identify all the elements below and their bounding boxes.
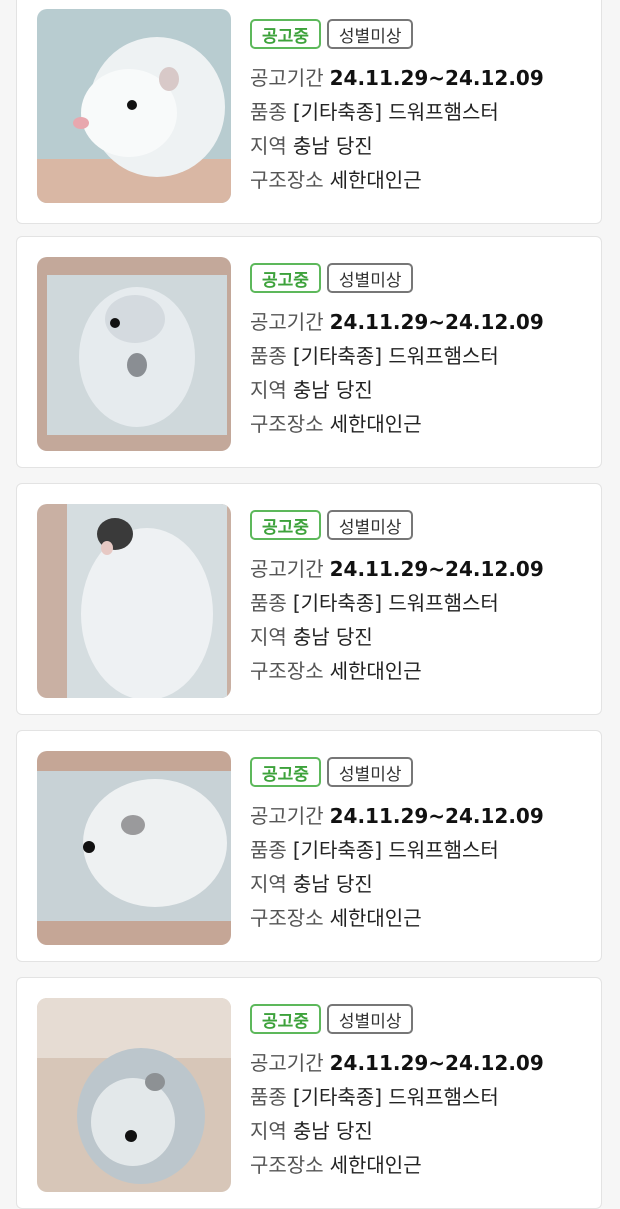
place-label: 구조장소 bbox=[250, 1153, 324, 1177]
region-value: 충남 당진 bbox=[292, 378, 373, 402]
region-value: 충남 당진 bbox=[292, 1119, 373, 1143]
hamster-photo[interactable] bbox=[37, 751, 231, 945]
breed-label: 품종 bbox=[250, 100, 287, 124]
hamster-photo-image bbox=[37, 751, 231, 945]
breed-label: 품종 bbox=[250, 591, 287, 615]
listing-card[interactable]: 공고중 성별미상 공고기간 24.11.29~24.12.09 품종 [기타축종] … bbox=[16, 0, 602, 224]
sex-badge: 성별미상 bbox=[326, 263, 414, 293]
place-row: 구조장소 세한대인근 bbox=[250, 163, 590, 197]
place-row: 구조장소 세한대인근 bbox=[250, 1148, 590, 1182]
place-label: 구조장소 bbox=[250, 168, 324, 192]
period-label: 공고기간 bbox=[250, 66, 324, 90]
breed-label: 품종 bbox=[250, 344, 287, 368]
period-value: 24.11.29~24.12.09 bbox=[329, 557, 544, 581]
region-row: 지역 충남 당진 bbox=[250, 129, 590, 163]
region-row: 지역 충남 당진 bbox=[250, 1114, 590, 1148]
period-row: 공고기간 24.11.29~24.12.09 bbox=[250, 61, 590, 95]
period-value: 24.11.29~24.12.09 bbox=[329, 66, 544, 90]
period-value: 24.11.29~24.12.09 bbox=[329, 1051, 544, 1075]
breed-value: [기타축종] 드워프햄스터 bbox=[292, 1085, 499, 1109]
breed-row: 품종 [기타축종] 드워프햄스터 bbox=[250, 1080, 590, 1114]
region-label: 지역 bbox=[250, 378, 287, 402]
listing-info: 공고중 성별미상 공고기간 24.11.29~24.12.09 품종 [기타축종] … bbox=[250, 508, 590, 688]
breed-row: 품종 [기타축종] 드워프햄스터 bbox=[250, 339, 590, 373]
hamster-photo[interactable] bbox=[37, 504, 231, 698]
listing-info: 공고중 성별미상 공고기간 24.11.29~24.12.09 품종 [기타축종] … bbox=[250, 1002, 590, 1182]
region-row: 지역 충남 당진 bbox=[250, 620, 590, 654]
place-value: 세한대인근 bbox=[329, 659, 422, 683]
period-label: 공고기간 bbox=[250, 310, 324, 334]
listing-card[interactable]: 공고중 성별미상 공고기간 24.11.29~24.12.09 품종 [기타축종] … bbox=[16, 730, 602, 962]
status-badge: 공고중 bbox=[250, 757, 321, 787]
listing-info: 공고중 성별미상 공고기간 24.11.29~24.12.09 품종 [기타축종] … bbox=[250, 17, 590, 197]
place-row: 구조장소 세한대인근 bbox=[250, 654, 590, 688]
region-row: 지역 충남 당진 bbox=[250, 867, 590, 901]
hamster-photo[interactable] bbox=[37, 9, 231, 203]
sex-badge: 성별미상 bbox=[326, 1004, 414, 1034]
status-badge: 공고중 bbox=[250, 263, 321, 293]
region-label: 지역 bbox=[250, 625, 287, 649]
listing-info: 공고중 성별미상 공고기간 24.11.29~24.12.09 품종 [기타축종] … bbox=[250, 261, 590, 441]
sex-badge: 성별미상 bbox=[326, 510, 414, 540]
period-value: 24.11.29~24.12.09 bbox=[329, 310, 544, 334]
status-badge: 공고중 bbox=[250, 19, 321, 49]
breed-value: [기타축종] 드워프햄스터 bbox=[292, 100, 499, 124]
breed-value: [기타축종] 드워프햄스터 bbox=[292, 344, 499, 368]
period-label: 공고기간 bbox=[250, 1051, 324, 1075]
breed-value: [기타축종] 드워프햄스터 bbox=[292, 838, 499, 862]
sex-badge: 성별미상 bbox=[326, 757, 414, 787]
status-badge: 공고중 bbox=[250, 510, 321, 540]
place-label: 구조장소 bbox=[250, 906, 324, 930]
period-label: 공고기간 bbox=[250, 557, 324, 581]
place-value: 세한대인근 bbox=[329, 1153, 422, 1177]
region-label: 지역 bbox=[250, 1119, 287, 1143]
place-label: 구조장소 bbox=[250, 659, 324, 683]
status-badge: 공고중 bbox=[250, 1004, 321, 1034]
region-value: 충남 당진 bbox=[292, 134, 373, 158]
region-label: 지역 bbox=[250, 134, 287, 158]
breed-value: [기타축종] 드워프햄스터 bbox=[292, 591, 499, 615]
region-label: 지역 bbox=[250, 872, 287, 896]
hamster-photo-image bbox=[37, 257, 231, 451]
place-value: 세한대인근 bbox=[329, 168, 422, 192]
hamster-photo-image bbox=[37, 998, 231, 1192]
hamster-photo[interactable] bbox=[37, 257, 231, 451]
hamster-photo-image bbox=[37, 504, 231, 698]
listing-card[interactable]: 공고중 성별미상 공고기간 24.11.29~24.12.09 품종 [기타축종] … bbox=[16, 483, 602, 715]
period-value: 24.11.29~24.12.09 bbox=[329, 804, 544, 828]
period-label: 공고기간 bbox=[250, 804, 324, 828]
period-row: 공고기간 24.11.29~24.12.09 bbox=[250, 305, 590, 339]
breed-row: 품종 [기타축종] 드워프햄스터 bbox=[250, 833, 590, 867]
place-label: 구조장소 bbox=[250, 412, 324, 436]
place-value: 세한대인근 bbox=[329, 412, 422, 436]
region-value: 충남 당진 bbox=[292, 625, 373, 649]
hamster-photo[interactable] bbox=[37, 998, 231, 1192]
breed-label: 품종 bbox=[250, 838, 287, 862]
place-value: 세한대인근 bbox=[329, 906, 422, 930]
hamster-photo-image bbox=[37, 9, 231, 203]
period-row: 공고기간 24.11.29~24.12.09 bbox=[250, 1046, 590, 1080]
place-row: 구조장소 세한대인근 bbox=[250, 901, 590, 935]
region-value: 충남 당진 bbox=[292, 872, 373, 896]
sex-badge: 성별미상 bbox=[326, 19, 414, 49]
breed-row: 품종 [기타축종] 드워프햄스터 bbox=[250, 95, 590, 129]
listing-card[interactable]: 공고중 성별미상 공고기간 24.11.29~24.12.09 품종 [기타축종] … bbox=[16, 236, 602, 468]
region-row: 지역 충남 당진 bbox=[250, 373, 590, 407]
period-row: 공고기간 24.11.29~24.12.09 bbox=[250, 552, 590, 586]
place-row: 구조장소 세한대인근 bbox=[250, 407, 590, 441]
breed-label: 품종 bbox=[250, 1085, 287, 1109]
breed-row: 품종 [기타축종] 드워프햄스터 bbox=[250, 586, 590, 620]
listing-card[interactable]: 공고중 성별미상 공고기간 24.11.29~24.12.09 품종 [기타축종] … bbox=[16, 977, 602, 1209]
period-row: 공고기간 24.11.29~24.12.09 bbox=[250, 799, 590, 833]
listing-info: 공고중 성별미상 공고기간 24.11.29~24.12.09 품종 [기타축종] … bbox=[250, 755, 590, 935]
